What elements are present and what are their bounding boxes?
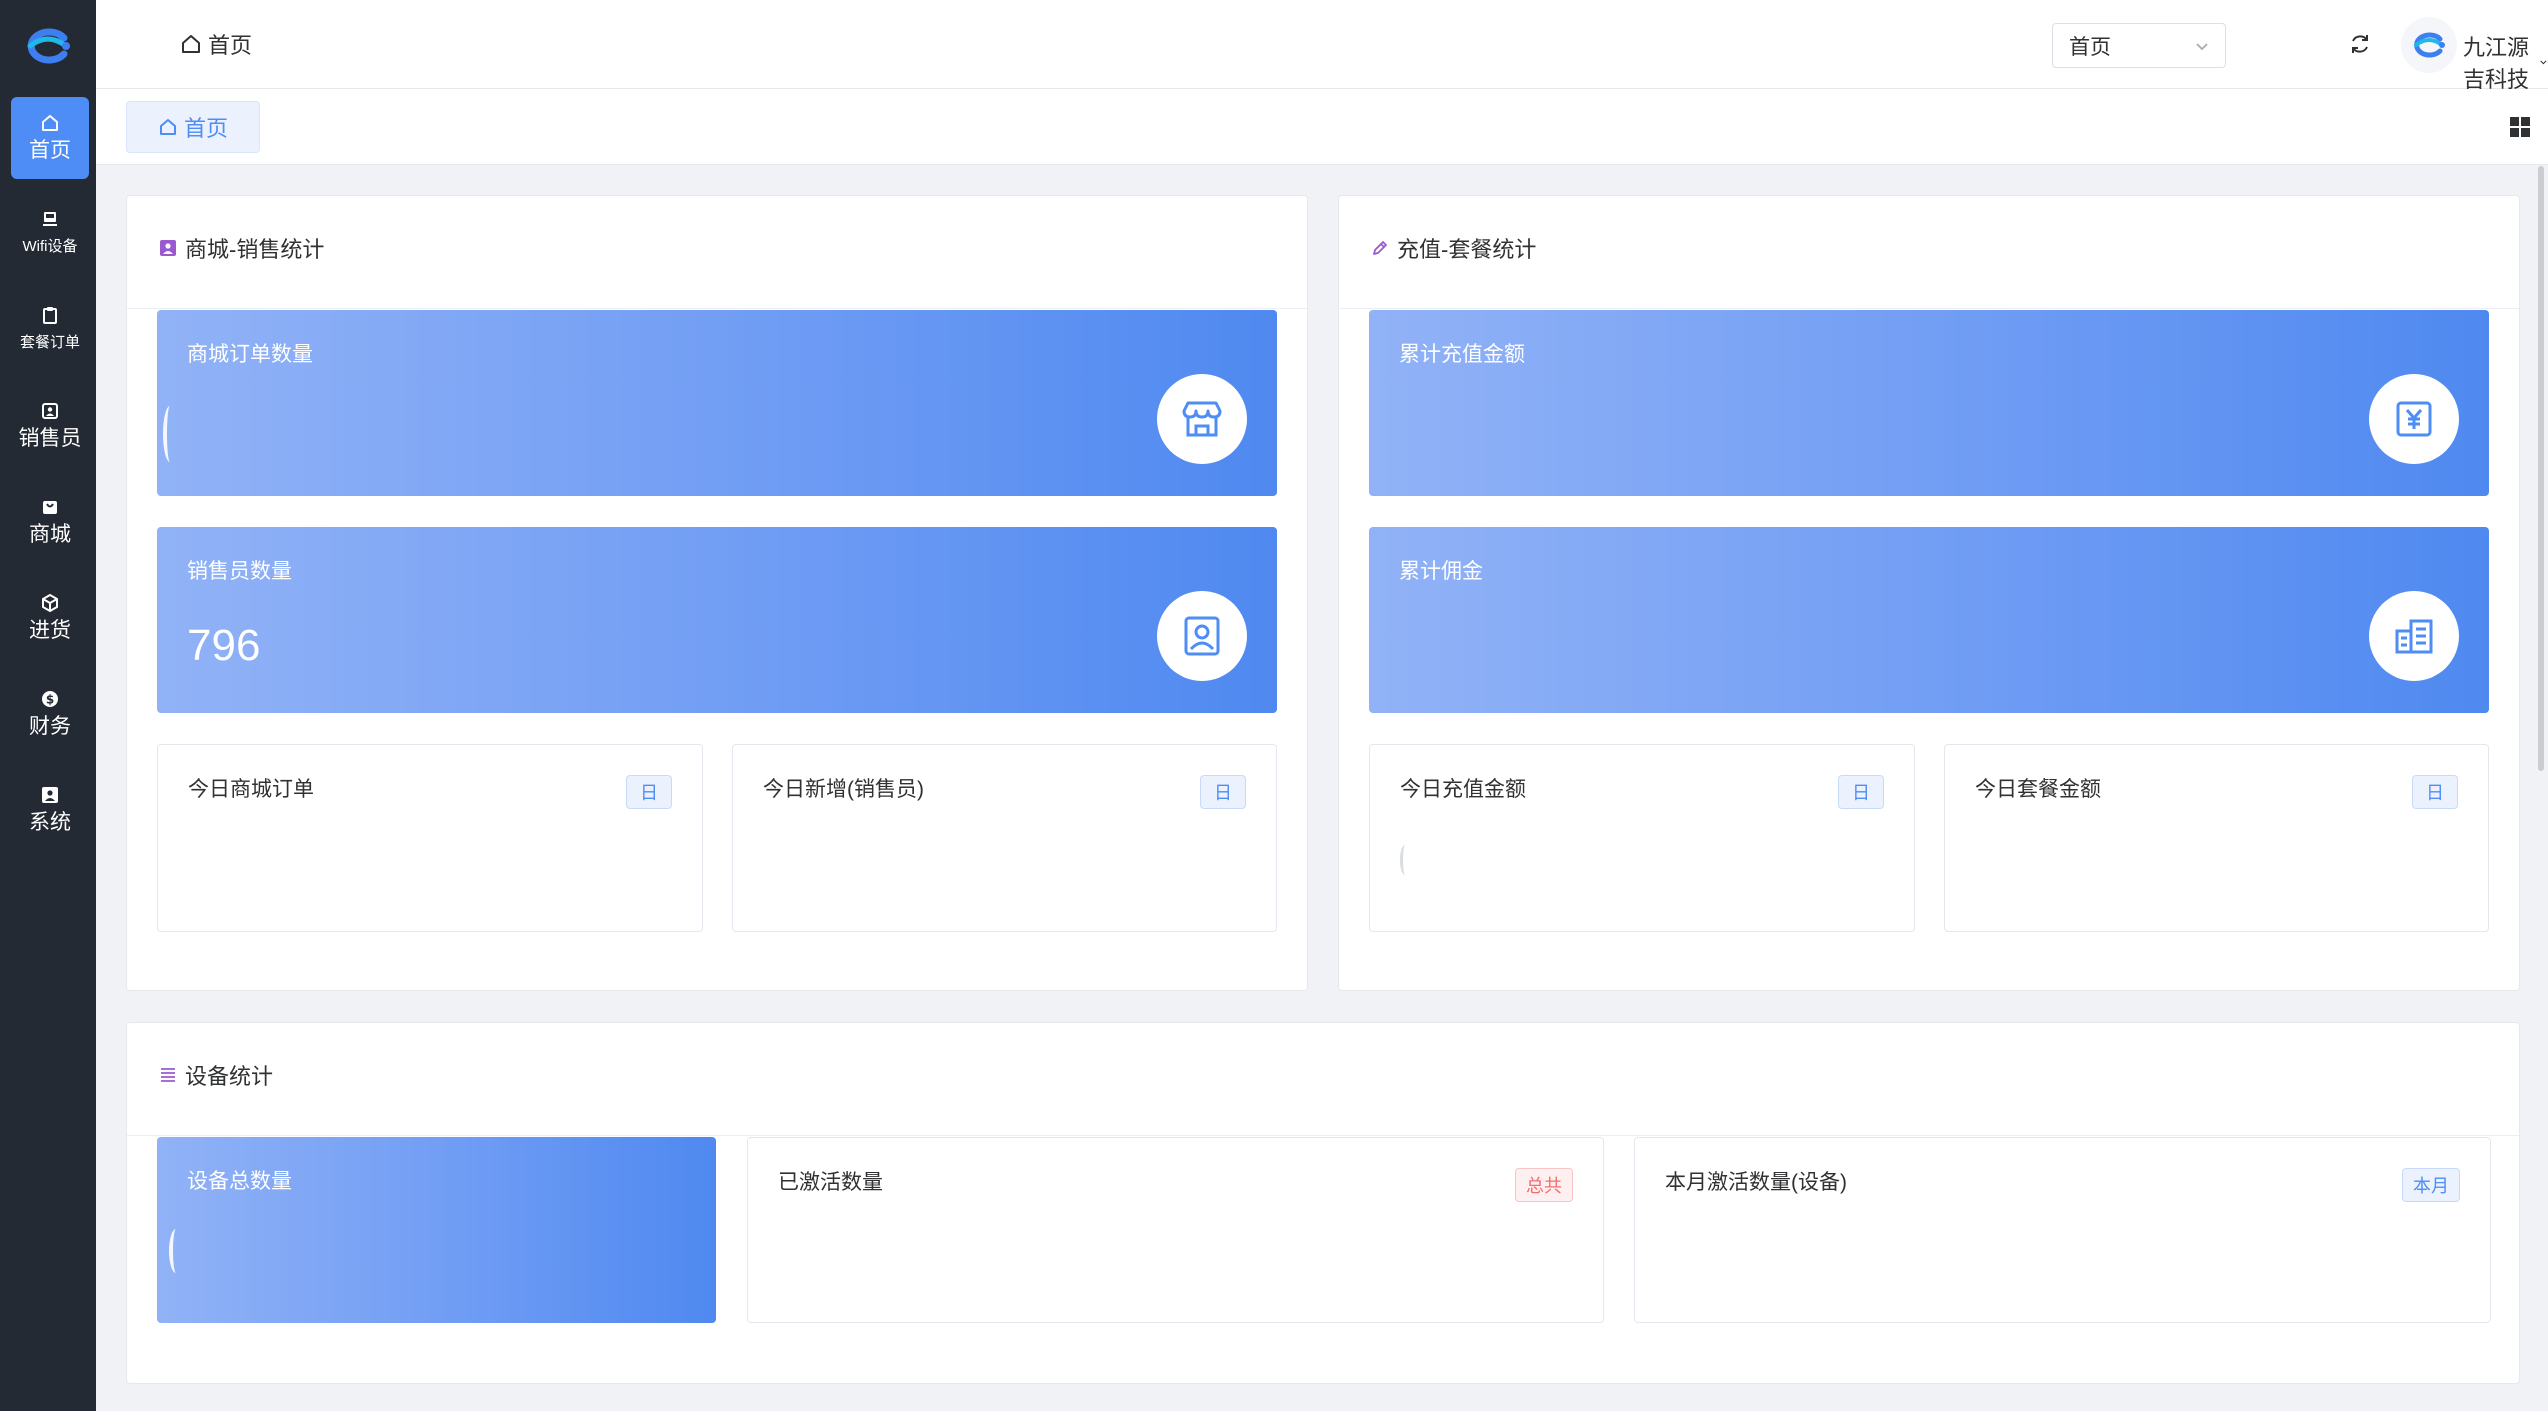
sidebar-item-label: 系统 <box>29 811 71 834</box>
avatar[interactable] <box>2401 17 2457 73</box>
sidebar-item-label: 套餐订单 <box>19 334 80 351</box>
mini-card-today-recharge: 今日充值金额 日 <box>1369 744 1915 932</box>
tags-view: 首页 <box>96 89 2548 165</box>
home-icon <box>182 35 200 53</box>
stat-label: 累计充值金额 <box>1399 343 1525 366</box>
sidebar-item-salesperson[interactable]: 销售员 <box>11 385 89 467</box>
mini-card-label: 今日套餐金额 <box>1975 778 2101 801</box>
period-badge: 日 <box>1200 775 1246 809</box>
sidebar-item-label: 商城 <box>29 523 71 546</box>
pencil-icon <box>1373 241 1387 255</box>
recharge-package-panel: 充值-套餐统计 累计充值金额 累计佣金 今日充值金额 日 今日套餐金额 日 <box>1338 195 2520 991</box>
mall-sales-panel: 商城-销售统计 商城订单数量 销售员数量 796 今日商城订单 日 今日新增(销… <box>126 195 1308 991</box>
mini-card-label: 今日充值金额 <box>1400 778 1526 801</box>
divider <box>127 1135 2519 1136</box>
period-badge: 总共 <box>1515 1168 1573 1202</box>
building-icon <box>2395 619 2433 654</box>
stat-icon-badge <box>2369 374 2459 464</box>
sidebar-item-label: 首页 <box>29 139 71 162</box>
page-select[interactable]: 首页 <box>2052 23 2226 68</box>
sidebar-item-finance[interactable]: $ 财务 <box>11 673 89 755</box>
portrait-icon <box>1184 616 1220 656</box>
sidebar-item-purchase[interactable]: 进货 <box>11 577 89 659</box>
stat-label: 累计佣金 <box>1399 560 1483 583</box>
tag-home[interactable]: 首页 <box>126 101 260 153</box>
loading-indicator <box>163 406 177 462</box>
yuan-icon <box>2396 401 2432 437</box>
mini-card-label: 本月激活数量(设备) <box>1665 1171 1847 1194</box>
tag-label: 首页 <box>183 116 228 141</box>
id-card-icon <box>42 403 58 419</box>
box-icon <box>42 594 58 612</box>
loading-indicator <box>169 1229 183 1273</box>
mini-card-today-mall-orders: 今日商城订单 日 <box>157 744 703 932</box>
contact-icon <box>160 240 176 256</box>
sidebar-item-system[interactable]: 系统 <box>11 769 89 851</box>
home-icon <box>42 115 58 131</box>
stat-label: 销售员数量 <box>187 560 292 583</box>
divider <box>127 308 1307 309</box>
divider <box>1339 308 2519 309</box>
mini-card-label: 今日商城订单 <box>188 778 314 801</box>
company-logo-icon <box>2414 32 2445 58</box>
panel-title: 商城-销售统计 <box>159 232 324 264</box>
home-icon <box>159 119 176 135</box>
stat-icon-badge <box>1157 374 1247 464</box>
clipboard-icon <box>43 307 57 324</box>
period-badge: 本月 <box>2402 1168 2460 1202</box>
svg-text:$: $ <box>46 693 54 707</box>
user-square-icon <box>42 787 58 803</box>
sidebar: 首页 Wifi设备 套餐订单 销售员 商城 进货 $ 财务 系统 <box>0 0 96 1411</box>
sidebar-item-label: Wifi设备 <box>22 238 78 255</box>
stat-card-salesperson-count: 销售员数量 796 <box>157 527 1277 713</box>
monitor-icon <box>43 212 57 226</box>
page-select-value: 首页 <box>2069 35 2111 59</box>
period-badge: 日 <box>1838 775 1884 809</box>
stat-icon-badge <box>2369 591 2459 681</box>
user-name: 九江源吉科技 <box>2463 35 2530 92</box>
sidebar-item-label: 进货 <box>29 619 71 642</box>
stat-card-total-devices: 设备总数量 <box>157 1137 716 1323</box>
mini-card-monthly-activated: 本月激活数量(设备) 本月 <box>1634 1137 2491 1323</box>
stat-card-mall-orders: 商城订单数量 <box>157 310 1277 496</box>
stat-icon-badge <box>1157 591 1247 681</box>
period-badge: 日 <box>2412 775 2458 809</box>
stat-label: 设备总数量 <box>187 1170 292 1193</box>
device-stats-panel: 设备统计 设备总数量 已激活数量 总共 本月激活数量(设备) 本月 <box>126 1022 2520 1384</box>
stat-card-total-recharge: 累计充值金额 <box>1369 310 2489 496</box>
panel-title: 充值-套餐统计 <box>1371 232 1536 264</box>
mini-card-today-package: 今日套餐金额 日 <box>1944 744 2489 932</box>
sidebar-item-package-orders[interactable]: 套餐订单 <box>11 289 89 371</box>
stat-value: 796 <box>187 621 261 670</box>
mini-card-today-new-salesperson: 今日新增(销售员) 日 <box>732 744 1277 932</box>
loading-indicator <box>1400 845 1410 875</box>
app-logo[interactable] <box>20 24 76 68</box>
sidebar-item-label: 销售员 <box>18 427 82 450</box>
chevron-down-icon <box>2540 60 2547 65</box>
dollar-circle-icon: $ <box>42 691 58 707</box>
panel-title: 设备统计 <box>159 1059 273 1091</box>
stat-card-total-commission: 累计佣金 <box>1369 527 2489 713</box>
sidebar-item-mall[interactable]: 商城 <box>11 481 89 563</box>
mini-card-activated-count: 已激活数量 总共 <box>747 1137 1604 1323</box>
top-header: 首页 首页 九江源吉科技 <box>96 0 2548 92</box>
mini-card-label: 已激活数量 <box>778 1171 883 1194</box>
chevron-down-icon <box>2196 43 2208 51</box>
shopping-bag-icon <box>43 501 57 514</box>
list-icon <box>161 1068 175 1082</box>
period-badge: 日 <box>626 775 672 809</box>
breadcrumb-label: 首页 <box>208 33 253 58</box>
stat-label: 商城订单数量 <box>187 343 313 366</box>
sidebar-item-home[interactable]: 首页 <box>11 97 89 179</box>
store-icon <box>1182 401 1222 437</box>
mini-card-label: 今日新增(销售员) <box>763 778 924 801</box>
scrollbar[interactable] <box>2538 166 2544 771</box>
refresh-icon[interactable] <box>2346 30 2374 58</box>
breadcrumb[interactable]: 首页 <box>180 28 252 60</box>
grid-icon[interactable] <box>2508 115 2532 139</box>
sidebar-item-label: 财务 <box>29 715 71 738</box>
sidebar-item-wifi-devices[interactable]: Wifi设备 <box>11 193 89 275</box>
user-menu[interactable]: 九江源吉科技 <box>2463 30 2548 94</box>
